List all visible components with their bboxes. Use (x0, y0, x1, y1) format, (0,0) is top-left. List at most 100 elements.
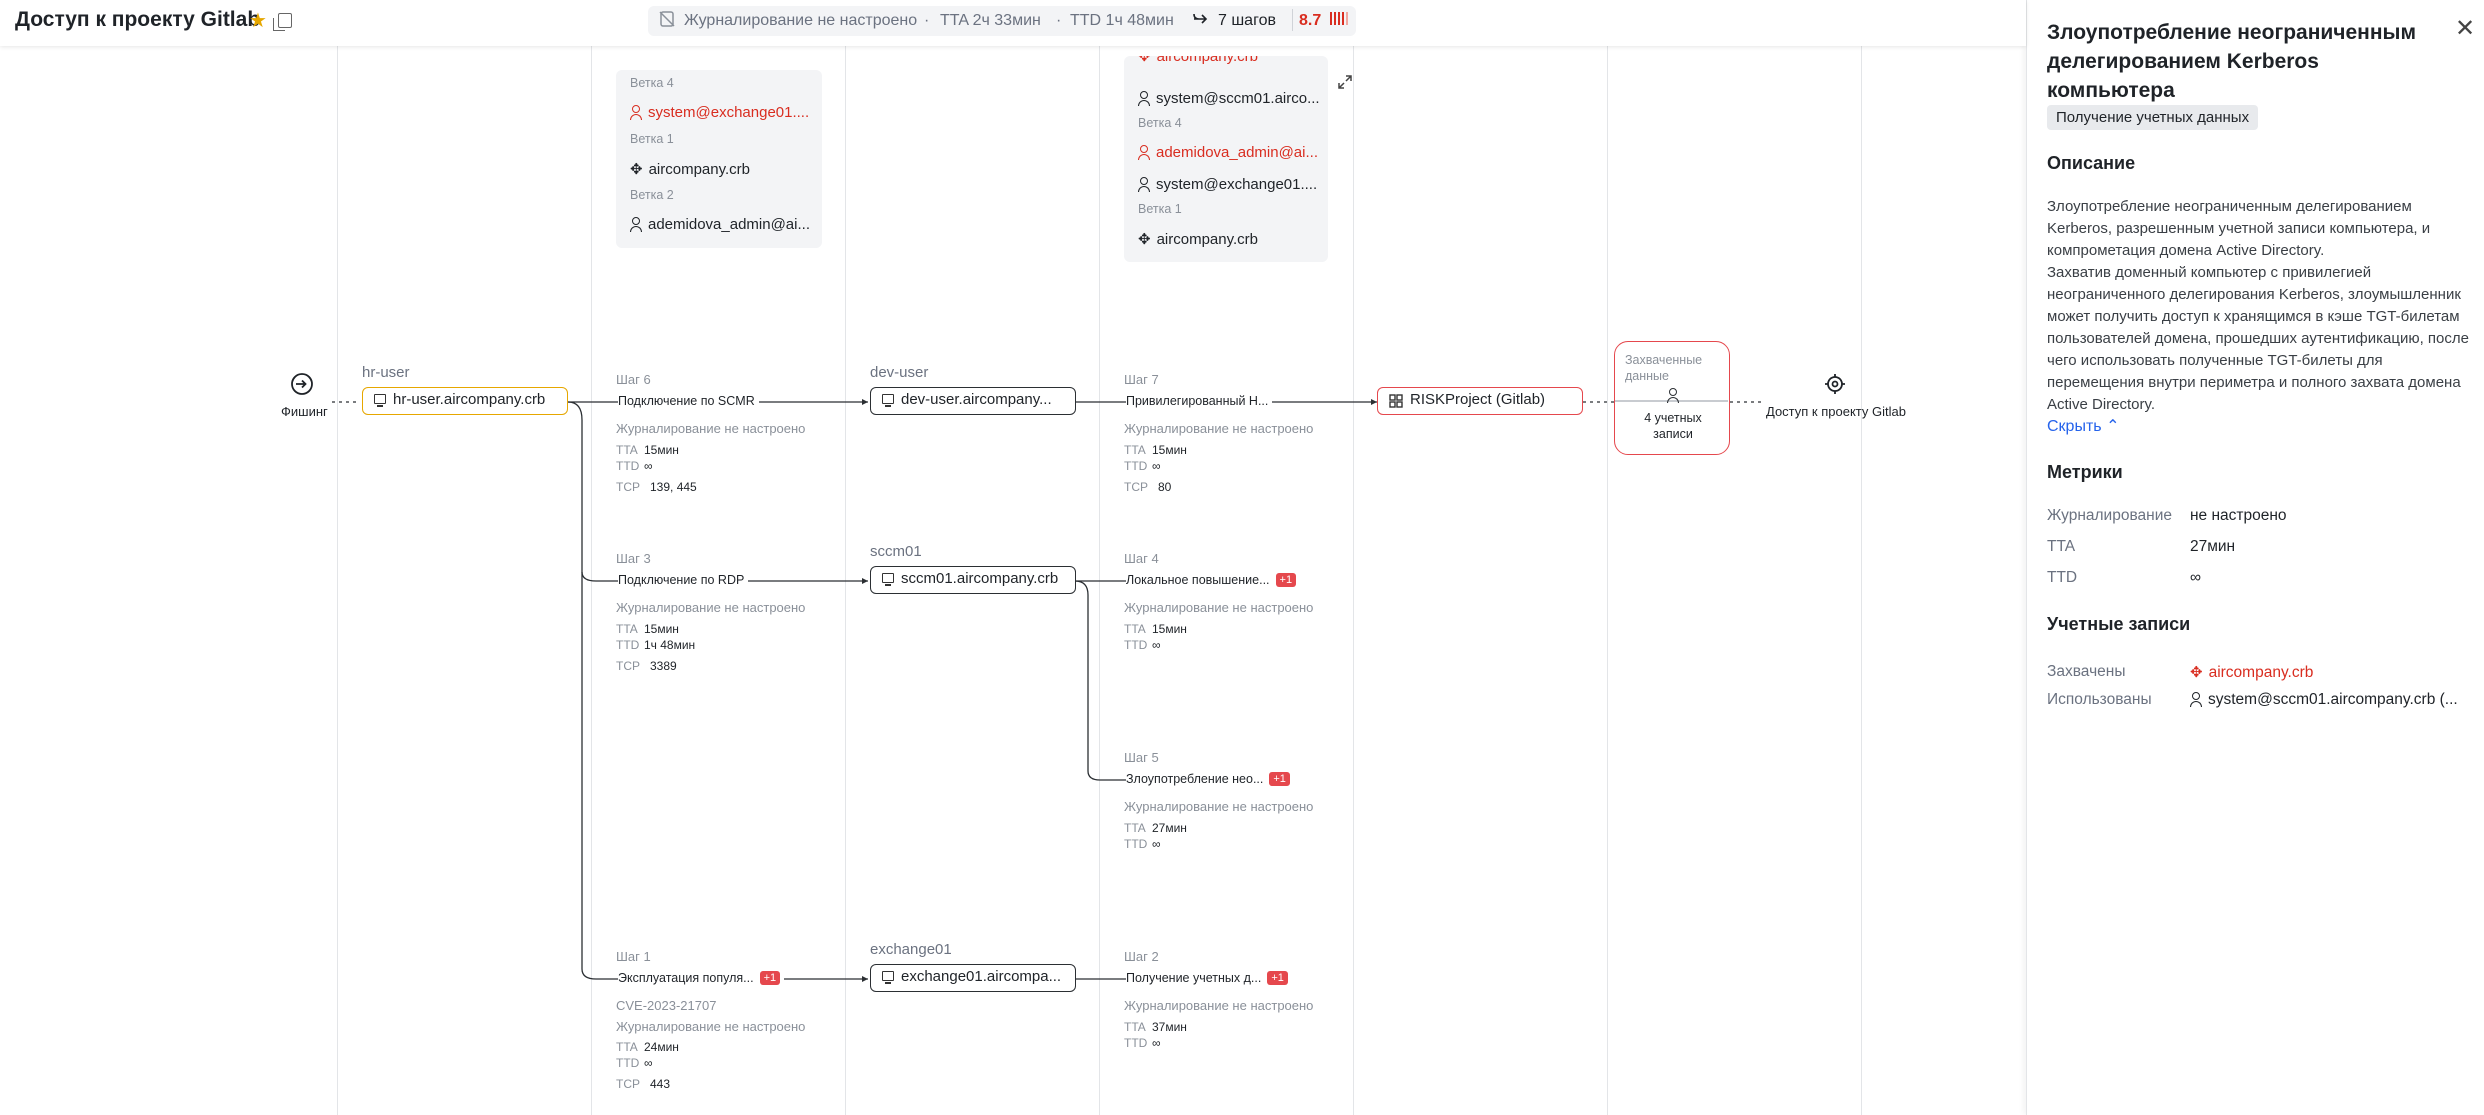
step-number: Шаг 3 (616, 551, 651, 566)
no-log-icon (658, 10, 676, 33)
step-node-2[interactable]: Получение учетных д... +1 (1126, 971, 1292, 985)
copy-icon[interactable] (273, 13, 292, 31)
star-icon[interactable]: ★ (249, 8, 267, 33)
step-tta: TTA 15мин (1124, 443, 1187, 457)
divider (1292, 9, 1293, 31)
step-tcp: TCP 3389 (616, 659, 677, 673)
used-account[interactable]: system@sccm01.aircompany.crb (... (2190, 691, 2458, 709)
chevron-up-icon: ⌃ (2106, 418, 2120, 435)
step-logging: Журналирование не настроено (1124, 421, 1314, 436)
tta-total: TTA 2ч 33мин (940, 12, 1041, 29)
account-item[interactable]: system@exchange01.... (630, 104, 809, 121)
host-label-sccm01: sccm01 (870, 543, 922, 560)
summary-pill: Журналирование не настроено · TTA 2ч 33м… (648, 6, 1356, 36)
step-node-3[interactable]: Подключение по RDP (618, 573, 749, 587)
metric-label: TTA (2047, 538, 2076, 555)
details-panel: Злоупотребление неограниченным делегиров… (2026, 0, 2484, 1115)
domain-item[interactable]: ✥ aircompany.crb (1138, 230, 1258, 248)
host-label-dev-user: dev-user (870, 364, 929, 381)
captured-data-node[interactable]: Захваченные данные 4 учетных записи (1614, 341, 1730, 455)
step-logging: Журналирование не настроено (616, 600, 806, 615)
step-tta: TTA 24мин (616, 1040, 679, 1054)
description-heading: Описание (2047, 153, 2136, 173)
step-number: Шаг 1 (616, 949, 651, 964)
risk-score: 8.7 (1299, 12, 1322, 29)
host-node-sccm01[interactable]: sccm01.aircompany.crb (870, 566, 1076, 594)
target-icon[interactable] (1824, 373, 1846, 400)
user-icon (1138, 177, 1150, 192)
target-node-riskproject[interactable]: RISKProject (Gitlab) (1377, 387, 1583, 415)
domain-icon: ✥ (2190, 664, 2203, 681)
metric-value: ∞ (2190, 569, 2202, 586)
captured-label: Захвачены (2047, 663, 2126, 680)
step-tta: TTA 15мин (1124, 622, 1187, 636)
computer-icon (882, 573, 894, 586)
user-icon (630, 217, 642, 232)
branches-card-right: ✥ aircompany.crb system@sccm01.airco... В… (1124, 56, 1328, 262)
step-tta: TTA 27мин (1124, 821, 1187, 835)
edge-s5 (1074, 580, 1126, 781)
branches-card-left: Ветка 4 system@exchange01.... Ветка 1 ✥ a… (616, 70, 822, 248)
step-ttd: TTD ∞ (616, 1056, 653, 1070)
step-logging: Журналирование не настроено (1124, 998, 1314, 1013)
captured-account[interactable]: ✥ aircompany.crb (2190, 663, 2313, 682)
extra-badge: +1 (1267, 971, 1288, 985)
step-node-1[interactable]: Эксплуатация популя... +1 (618, 971, 785, 985)
user-icon (1138, 145, 1150, 160)
step-logging: Журналирование не настроено (1124, 799, 1314, 814)
login-icon[interactable] (290, 372, 314, 401)
step-node-5[interactable]: Злоупотребление нео... +1 (1126, 772, 1294, 786)
host-node-dev-user[interactable]: dev-user.aircompany... (870, 387, 1076, 415)
metric-label: Журналирование (2047, 507, 2172, 524)
step-number: Шаг 7 (1124, 372, 1159, 387)
captured-count: 4 учетных записи (1644, 411, 1702, 441)
metric-value: не настроено (2190, 507, 2287, 524)
panel-title: Злоупотребление неограниченным делегиров… (2047, 21, 2416, 102)
host-node-exchange01[interactable]: exchange01.aircompa... (870, 964, 1076, 992)
step-node-6[interactable]: Подключение по SCMR (618, 394, 759, 408)
step-tcp: TCP 80 (1124, 480, 1172, 494)
accounts-heading: Учетные записи (2047, 614, 2191, 634)
user-icon (1138, 91, 1150, 106)
logging-status: Журналирование не настроено (684, 12, 918, 29)
account-item[interactable]: system@sccm01.airco... (1138, 90, 1320, 107)
close-icon[interactable]: ✕ (2455, 14, 2475, 43)
user-icon (2190, 692, 2202, 707)
ttd-total: TTD 1ч 48мин (1070, 12, 1174, 29)
graph-edges (332, 399, 1762, 982)
step-cve: CVE-2023-21707 (616, 998, 717, 1013)
metrics-heading: Метрики (2047, 462, 2123, 482)
host-node-hr-user[interactable]: hr-user.aircompany.crb (362, 387, 568, 415)
domain-icon: ✥ (630, 161, 643, 178)
domain-item[interactable]: ✥ aircompany.crb (1138, 56, 1258, 72)
step-tta: TTA 15мин (616, 443, 679, 457)
top-bar: Доступ к проекту Gitlab ★ Журналирование… (0, 0, 2026, 46)
apps-icon (1389, 394, 1403, 412)
step-number: Шаг 5 (1124, 750, 1159, 765)
computer-icon (882, 394, 894, 407)
users-icon (1667, 387, 1685, 405)
computer-icon (374, 394, 386, 407)
step-logging: Журналирование не настроено (616, 421, 806, 436)
step-logging: Журналирование не настроено (1124, 600, 1314, 615)
step-number: Шаг 2 (1124, 949, 1159, 964)
domain-icon: ✥ (1138, 231, 1151, 248)
step-ttd: TTD 1ч 48мин (616, 638, 696, 652)
category-tag: Получение учетных данных (2047, 105, 2259, 130)
steps-icon (1192, 10, 1210, 33)
step-tcp: TCP 139, 445 (616, 480, 697, 494)
account-item[interactable]: system@exchange01.... (1138, 176, 1317, 193)
step-tta: TTA 37мин (1124, 1020, 1187, 1034)
hide-link[interactable]: Скрыть ⌃ (2047, 416, 2119, 436)
step-ttd: TTD ∞ (1124, 459, 1161, 473)
account-item[interactable]: ademidova_admin@ai... (1138, 144, 1318, 161)
step-node-4[interactable]: Локальное повышение... +1 (1126, 573, 1301, 587)
step-ttd: TTD ∞ (1124, 1036, 1161, 1050)
extra-badge: +1 (1275, 573, 1297, 587)
step-node-7[interactable]: Привилегированный Н... (1126, 394, 1273, 408)
domain-item[interactable]: ✥ aircompany.crb (630, 160, 750, 178)
account-item[interactable]: ademidova_admin@ai... (630, 216, 810, 233)
expand-icon[interactable] (1337, 74, 1353, 95)
page-title: Доступ к проекту Gitlab (15, 8, 261, 31)
start-label: Фишинг (281, 404, 328, 419)
